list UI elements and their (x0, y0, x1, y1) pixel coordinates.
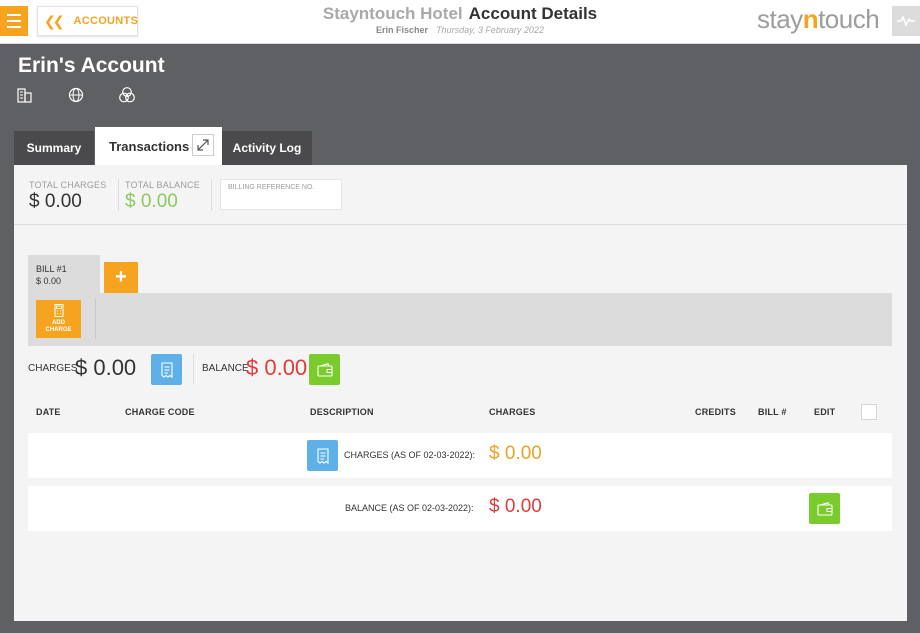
total-charges-label: TOTAL CHARGES (29, 180, 107, 190)
total-balance-label: TOTAL BALANCE (125, 180, 200, 190)
receipt-icon (160, 361, 173, 378)
charges-summary-row: CHARGES (AS OF 02-03-2022): $ 0.00 (28, 433, 892, 478)
billing-reference-field[interactable]: BILLING REFERENCE NO. (220, 179, 342, 210)
total-charges: TOTAL CHARGES $ 0.00 (29, 180, 106, 213)
column-header-bill-number: BILL # (758, 407, 787, 417)
business-date: Thursday, 3 February 2022 (436, 25, 544, 35)
receipt-icon (316, 447, 329, 464)
transactions-panel: TOTAL CHARGES $ 0.00 TOTAL BALANCE $ 0.0… (14, 165, 907, 621)
charges-as-of-label: CHARGES (AS OF 02-03-2022): (344, 450, 476, 460)
charges-value: $ 0.00 (75, 355, 137, 380)
tab-summary[interactable]: Summary (14, 131, 94, 165)
tab-activity-log[interactable]: Activity Log (222, 131, 312, 165)
divider (193, 354, 194, 384)
balance-as-of-value: $ 0.00 (489, 496, 542, 517)
charges-receipt-button[interactable] (307, 440, 338, 471)
stayntouch-logo: stayntouch (757, 4, 880, 34)
globe-icon[interactable] (67, 86, 85, 104)
header-title-block: Stayntouch Hotel Account Details Erin Fis… (300, 4, 620, 35)
account-type-icons (16, 86, 169, 104)
back-to-accounts-button[interactable]: ❮❮ ACCOUNTS (37, 6, 138, 36)
balance-summary-row: BALANCE (AS OF 02-03-2022): $ 0.00 (28, 486, 892, 531)
bill-tab[interactable]: BILL #1 $ 0.00 (28, 255, 100, 293)
total-balance: TOTAL BALANCE $ 0.00 (125, 180, 200, 213)
column-header-credits: CREDITS (695, 407, 736, 417)
user-name: Erin Fischer (376, 25, 429, 35)
balance-value: $ 0.00 (246, 355, 308, 380)
bill-toolbar: ADD CHARGE (28, 293, 892, 346)
total-charges-value: $ 0.00 (29, 191, 82, 212)
divider (118, 179, 119, 211)
charges-as-of-value: $ 0.00 (489, 443, 542, 464)
balance-label: BALANCE (202, 363, 249, 374)
menu-button[interactable] (0, 6, 28, 36)
bill-totals-row: CHARGES $ 0.00 BALANCE $ 0.00 (28, 352, 892, 386)
expand-icon[interactable] (192, 134, 214, 156)
menu-icon (7, 14, 21, 16)
column-header-charges: CHARGES (489, 407, 536, 417)
building-icon[interactable] (16, 86, 34, 104)
hotel-name: Stayntouch Hotel (322, 4, 463, 23)
divider (95, 299, 96, 339)
double-chevron-left-icon: ❮❮ (44, 12, 65, 29)
page-title: Account Details (468, 4, 598, 23)
wallet-icon (816, 501, 833, 516)
account-title: Erin's Account (18, 54, 165, 77)
back-button-label: ACCOUNTS (73, 15, 139, 27)
calculator-icon (54, 304, 63, 317)
charges-receipt-button[interactable] (151, 354, 182, 385)
charges-label: CHARGES (28, 363, 78, 374)
balance-payment-button[interactable] (809, 493, 840, 524)
balance-as-of-label: BALANCE (AS OF 02-03-2022): (345, 503, 474, 513)
wallet-icon (316, 362, 333, 377)
select-all-checkbox[interactable] (861, 404, 877, 420)
add-bill-button[interactable]: + (104, 262, 138, 293)
column-header-charge-code: CHARGE CODE (125, 407, 195, 417)
circles-icon[interactable] (118, 86, 136, 104)
account-summary-row: TOTAL CHARGES $ 0.00 TOTAL BALANCE $ 0.0… (14, 165, 907, 225)
column-header-description: DESCRIPTION (310, 407, 374, 417)
add-charge-button[interactable]: ADD CHARGE (36, 300, 81, 338)
activity-pulse-icon[interactable] (892, 6, 920, 36)
bill-name: BILL #1 (36, 264, 67, 274)
column-header-edit: EDIT (814, 407, 836, 417)
total-balance-value: $ 0.00 (125, 191, 178, 212)
balance-payment-button[interactable] (309, 354, 340, 385)
divider (211, 179, 212, 211)
bill-amount: $ 0.00 (36, 276, 62, 286)
top-header: ❮❮ ACCOUNTS Stayntouch Hotel Account Deta… (0, 0, 920, 44)
column-header-date: DATE (36, 407, 61, 417)
